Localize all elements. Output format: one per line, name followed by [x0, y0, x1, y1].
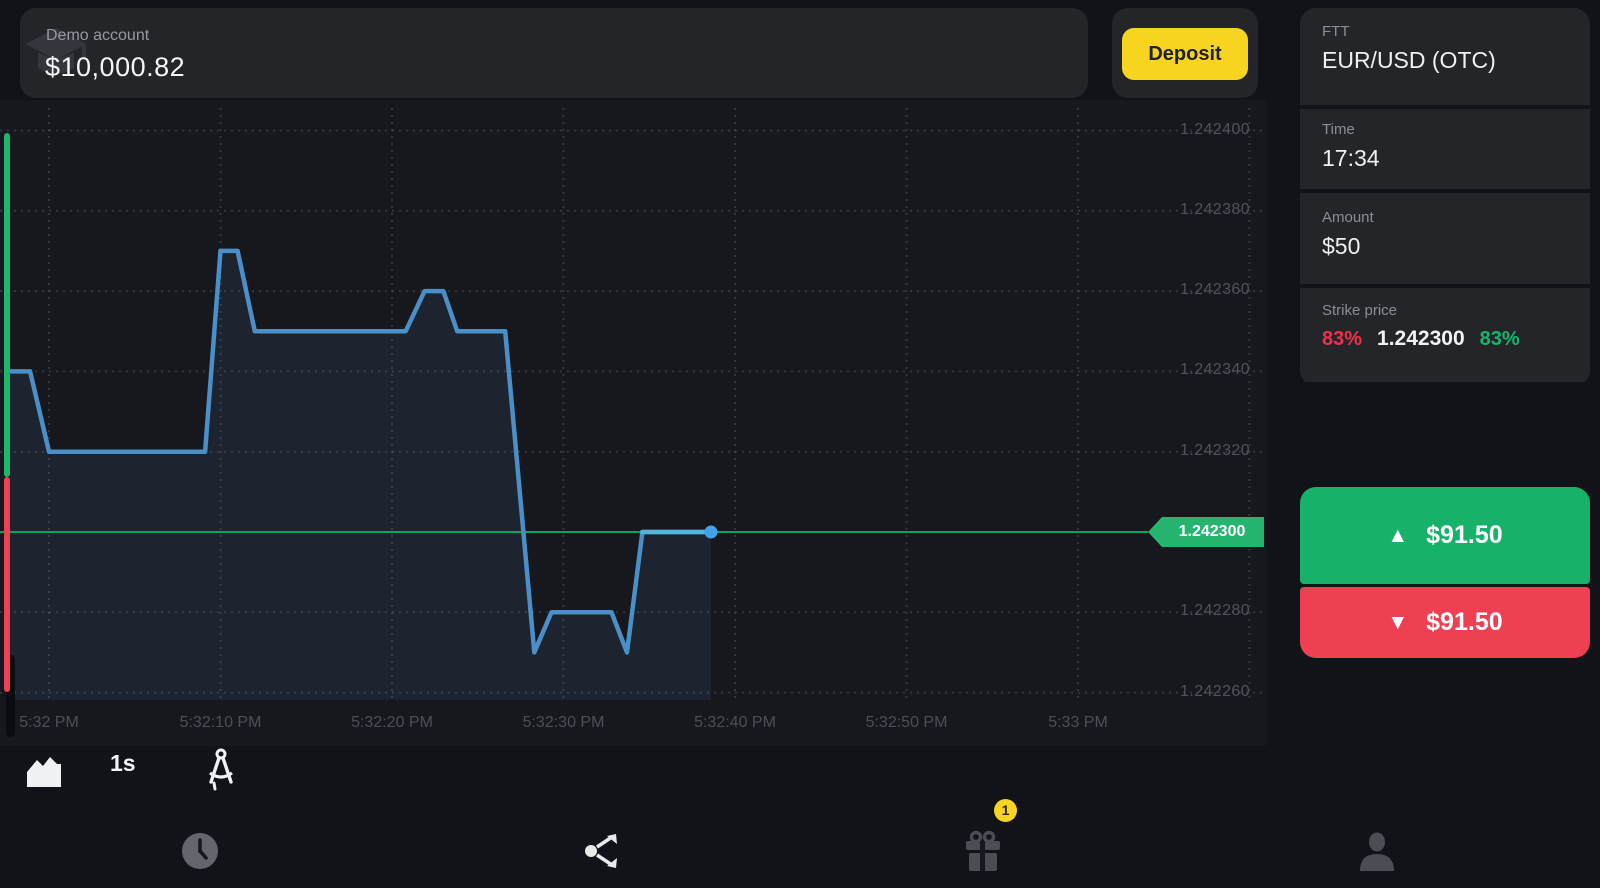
- strike-price-label: Strike price: [1322, 302, 1568, 319]
- clock-icon: [178, 829, 222, 873]
- y-axis-label: 1.242380: [1150, 201, 1250, 219]
- x-axis-label: 5:32:20 PM: [322, 714, 462, 732]
- account-type-label: Demo account: [46, 27, 149, 45]
- x-axis-label: 5:32:10 PM: [151, 714, 291, 732]
- x-axis-label: 5:32:50 PM: [837, 714, 977, 732]
- nav-gifts[interactable]: [959, 827, 1007, 882]
- buy-up-button[interactable]: ▲ $91.50: [1300, 487, 1590, 584]
- timeframe-button[interactable]: 1s: [110, 750, 136, 777]
- account-balance-card[interactable]: Demo account $10,000.82: [20, 8, 1088, 98]
- amount-field[interactable]: Amount $50: [1300, 193, 1590, 284]
- y-axis-label: 1.242260: [1150, 683, 1250, 701]
- area-chart-icon: [24, 752, 64, 790]
- payout-percent-down: 83%: [1322, 328, 1362, 351]
- chart-type-button[interactable]: [24, 752, 64, 795]
- arrow-down-icon: ▼: [1387, 611, 1408, 635]
- y-axis-label: 1.242280: [1150, 602, 1250, 620]
- x-axis-label: 5:32 PM: [0, 714, 119, 732]
- up-payout: $91.50: [1426, 521, 1502, 550]
- account-balance: $10,000.82: [45, 52, 185, 83]
- price-chart[interactable]: 1.242300 1.242400 1.242380 1.242360 1.24234…: [0, 100, 1266, 746]
- x-axis-label: 5:32:40 PM: [665, 714, 805, 732]
- deposit-button[interactable]: Deposit: [1122, 28, 1248, 80]
- sentiment-gauge-up: [4, 133, 10, 477]
- strike-price-value: 1.242300: [1377, 327, 1465, 351]
- y-axis-label: 1.242360: [1150, 281, 1250, 299]
- gift-icon: [959, 827, 1007, 877]
- down-payout: $91.50: [1426, 608, 1502, 637]
- amount-value: $50: [1322, 233, 1568, 260]
- trades-arrows-icon: [580, 830, 624, 872]
- gift-badge: 1: [994, 799, 1017, 822]
- nav-trade-history[interactable]: [178, 829, 222, 878]
- nav-profile[interactable]: [1356, 831, 1398, 878]
- y-axis-label: 1.242320: [1150, 442, 1250, 460]
- nav-active-trades[interactable]: [580, 830, 624, 877]
- person-icon: [1356, 831, 1398, 873]
- time-label: Time: [1322, 121, 1568, 138]
- expiry-time-field[interactable]: Time 17:34: [1300, 109, 1590, 189]
- time-value: 17:34: [1322, 145, 1568, 172]
- x-axis-label: 5:32:30 PM: [494, 714, 634, 732]
- y-axis-label: 1.242400: [1150, 121, 1250, 139]
- indicators-button[interactable]: [200, 746, 242, 797]
- sentiment-gauge-down: [4, 477, 10, 692]
- strike-price-panel: Strike price 83% 1.242300 83%: [1300, 288, 1590, 382]
- trade-panel: FTT EUR/USD (OTC) Time 17:34 Amount $50 …: [1300, 8, 1590, 386]
- y-axis-label: 1.242340: [1150, 361, 1250, 379]
- strike-price-tag: 1.242300: [1148, 517, 1264, 547]
- buy-down-button[interactable]: ▼ $91.50: [1300, 587, 1590, 658]
- price-chart-canvas[interactable]: [0, 100, 1266, 746]
- amount-label: Amount: [1322, 209, 1568, 226]
- asset-selector[interactable]: FTT EUR/USD (OTC): [1300, 8, 1590, 105]
- asset-name: EUR/USD (OTC): [1322, 47, 1568, 74]
- arrow-up-icon: ▲: [1387, 524, 1408, 548]
- x-axis-label: 5:33 PM: [1008, 714, 1148, 732]
- asset-type-label: FTT: [1322, 23, 1568, 40]
- deposit-card: Deposit: [1112, 8, 1258, 98]
- drafting-compass-icon: [200, 746, 242, 792]
- payout-percent-up: 83%: [1480, 328, 1520, 351]
